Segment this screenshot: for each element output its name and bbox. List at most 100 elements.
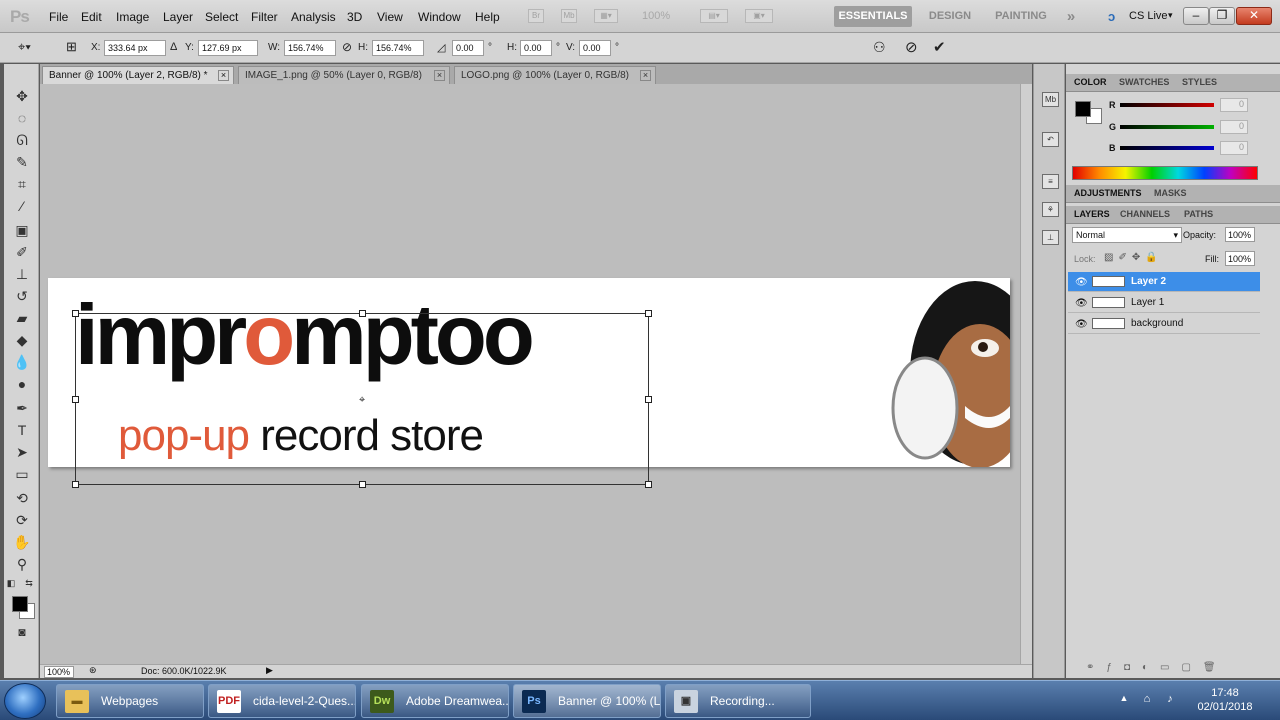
visibility-eye-icon[interactable]: 👁 [1075,319,1088,330]
menu-layer[interactable]: Layer [163,10,193,24]
taskbar-dreamweaver[interactable]: Dw Adobe Dreamwea... [361,684,509,718]
menu-view[interactable]: View [377,10,403,24]
taskbar-webpages[interactable]: ▬ Webpages [56,684,204,718]
arrange-documents-icon[interactable]: ▤▾ [700,9,728,23]
quick-selection-tool-icon[interactable]: ✎ [12,152,32,172]
close-button[interactable]: ✕ [1236,7,1272,25]
status-zoom-field[interactable]: 100% [44,666,74,678]
transform-handle-bottom[interactable] [359,481,366,488]
tray-expand-icon[interactable]: ▲ [1117,693,1131,707]
angle-field[interactable]: 0.00 [452,40,484,56]
visibility-eye-icon[interactable]: 👁 [1075,298,1088,309]
taskbar-photoshop[interactable]: Ps Banner @ 100% (L... [513,684,661,718]
minimize-button[interactable]: – [1183,7,1209,25]
cs-live-icon[interactable]: ↄ [1108,9,1115,24]
swap-colors-icon[interactable]: ⇆ [24,573,34,593]
clone-stamp-tool-icon[interactable]: ⊥ [12,264,32,284]
taskbar-recording[interactable]: ▣ Recording... [665,684,811,718]
menu-filter[interactable]: Filter [251,10,278,24]
close-tab-icon[interactable]: × [434,70,445,81]
workspace-essentials[interactable]: ESSENTIALS [834,6,912,27]
fill-field[interactable]: 100% [1225,251,1255,266]
tab-paths[interactable]: PATHS [1184,209,1213,219]
layer-footer-icons[interactable]: ⚭ƒ◘◐▭▢🗑 [1086,662,1228,673]
tab-styles[interactable]: STYLES [1182,77,1217,87]
workspace-design[interactable]: DESIGN [922,6,978,27]
blue-value[interactable]: 0 [1220,141,1248,155]
cancel-transform-icon[interactable]: ⊘ [905,38,918,56]
close-tab-icon[interactable]: × [218,70,229,81]
foreground-color-swatch[interactable] [12,596,28,612]
zoom-tool-icon[interactable]: ⚲ [12,554,32,574]
workspace-painting[interactable]: PAINTING [987,6,1055,27]
color-fg-swatch[interactable] [1075,101,1091,117]
type-tool-icon[interactable]: T [12,420,32,440]
layer-row-layer-1[interactable]: 👁 Layer 1 [1068,293,1260,313]
blue-slider[interactable] [1120,146,1214,150]
restore-button[interactable]: ❐ [1209,7,1235,25]
x-position-field[interactable]: 333.64 px [104,40,166,56]
lock-options-icons[interactable]: ▨✐✥🔒 [1104,252,1163,263]
3d-orbit-tool-icon[interactable]: ⟳ [12,510,32,530]
quick-mask-icon[interactable]: ◙ [12,622,32,642]
tab-channels[interactable]: CHANNELS [1120,209,1170,219]
tab-adjustments[interactable]: ADJUSTMENTS [1074,188,1142,198]
default-colors-icon[interactable]: ◧ [6,573,16,593]
tray-network-icon[interactable]: ⌂ [1140,693,1154,707]
3d-rotate-tool-icon[interactable]: ⟲ [12,488,32,508]
cs-live-dropdown-icon[interactable]: ▾ [1168,10,1173,21]
red-slider[interactable] [1120,103,1214,107]
tab-logo[interactable]: LOGO.png @ 100% (Layer 0, RGB/8) × [454,66,656,84]
height-field[interactable]: 156.74% [372,40,424,56]
rectangle-tool-icon[interactable]: ▭ [12,464,32,484]
eraser-tool-icon[interactable]: ▰ [12,308,32,328]
red-value[interactable]: 0 [1220,98,1248,112]
marquee-tool-icon[interactable]: ◌ [12,108,32,128]
transform-handle-left[interactable] [72,396,79,403]
layer-row-layer-2[interactable]: 👁 Layer 2 [1068,272,1260,292]
bridge-icon[interactable]: Br [528,9,544,23]
hand-tool-icon[interactable]: ✋ [12,532,32,552]
brushes-panel-icon[interactable]: ≡ [1042,174,1059,189]
tab-banner[interactable]: Banner @ 100% (Layer 2, RGB/8) * × [42,66,234,84]
width-field[interactable]: 156.74% [284,40,336,56]
transform-handle-top[interactable] [359,310,366,317]
tab-layers[interactable]: LAYERS [1074,209,1110,219]
green-value[interactable]: 0 [1220,120,1248,134]
h-skew-field[interactable]: 0.00 [520,40,552,56]
relative-position-icon[interactable]: Δ [170,41,177,53]
workspace-overflow[interactable]: » [1060,6,1082,27]
menu-select[interactable]: Select [205,10,238,24]
transform-handle-bottom-right[interactable] [645,481,652,488]
transform-handle-bottom-left[interactable] [72,481,79,488]
menu-window[interactable]: Window [418,10,461,24]
zoom-readout[interactable]: 100% [642,10,670,22]
status-options-icon[interactable]: ⊛ [89,665,97,676]
transform-handle-top-right[interactable] [645,310,652,317]
view-extras-icon[interactable]: ▦▾ [594,9,618,23]
layer-row-background[interactable]: 👁 background [1068,314,1260,334]
status-menu-arrow-icon[interactable]: ▶ [266,665,273,676]
v-skew-field[interactable]: 0.00 [579,40,611,56]
transform-handle-top-left[interactable] [72,310,79,317]
transform-center-icon[interactable]: ⌖ [359,394,365,407]
mini-bridge-panel-icon[interactable]: Mb [1042,92,1059,107]
reference-point-icon[interactable]: ⊞ [66,39,77,55]
blur-tool-icon[interactable]: 💧 [12,352,32,372]
green-slider[interactable] [1120,125,1214,129]
menu-image[interactable]: Image [116,10,149,24]
blend-mode-select[interactable]: Normal ▾ [1072,227,1182,243]
healing-brush-tool-icon[interactable]: ▣ [12,220,32,240]
menu-file[interactable]: File [49,10,68,24]
menu-3d[interactable]: 3D [347,10,362,24]
free-transform-box[interactable]: ⌖ [72,310,652,488]
lasso-tool-icon[interactable]: ᘏ [12,130,32,150]
visibility-eye-icon[interactable]: 👁 [1075,277,1088,288]
commit-transform-icon[interactable]: ✔ [933,38,946,56]
move-tool-preset-icon[interactable]: ⌖▾ [18,39,31,55]
system-clock[interactable]: 17:48 02/01/2018 [1192,686,1258,714]
path-selection-tool-icon[interactable]: ➤ [12,442,32,462]
brush-tool-icon[interactable]: ✐ [12,242,32,262]
close-tab-icon[interactable]: × [640,70,651,81]
opacity-field[interactable]: 100% [1225,227,1255,242]
